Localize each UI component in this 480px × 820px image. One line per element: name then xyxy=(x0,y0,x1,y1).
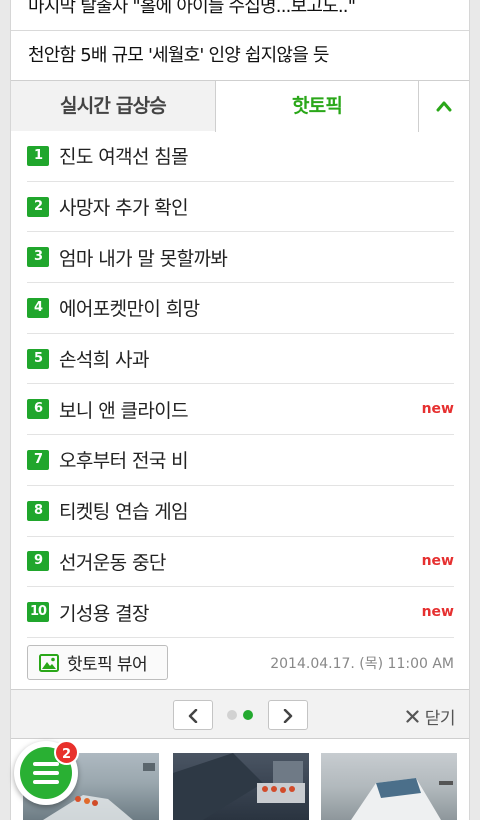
notification-badge: 2 xyxy=(54,740,79,765)
collapse-button[interactable] xyxy=(419,81,469,131)
topic-keyword: 손석희 사과 xyxy=(59,349,149,372)
hot-topic-item[interactable]: 3 엄마 내가 말 못할까봐 xyxy=(27,232,454,284)
page-dot[interactable] xyxy=(227,710,237,720)
rank-badge: 2 xyxy=(27,196,49,217)
rescue-photo xyxy=(173,753,305,820)
topic-keyword: 사망자 추가 확인 xyxy=(59,197,189,220)
pagination-bar: 닫기 xyxy=(11,689,469,739)
close-label: 닫기 xyxy=(424,709,456,729)
rank-badge: 3 xyxy=(27,247,49,268)
hot-topic-item[interactable]: 5 손석희 사과 xyxy=(27,334,454,385)
topic-keyword: 티켓팅 연습 게임 xyxy=(59,501,189,524)
close-button[interactable]: 닫기 xyxy=(406,704,456,729)
hot-topic-viewer-button[interactable]: 핫토픽 뷰어 xyxy=(27,645,168,680)
topic-keyword: 선거운동 중단 xyxy=(59,551,166,574)
chevron-right-icon xyxy=(283,709,293,723)
hot-topic-panel: 마지막 탈출자 "홀에 아이들 수십명...보고도.." 천안함 5배 규모 '… xyxy=(10,0,470,820)
topic-keyword: 기성용 결장 xyxy=(59,602,149,625)
image-icon xyxy=(39,653,59,672)
viewer-button-label: 핫토픽 뷰어 xyxy=(67,655,148,675)
hot-topic-item[interactable]: 4 에어포켓만이 희망 xyxy=(27,283,454,334)
hot-topic-item[interactable]: 9 선거운동 중단 new xyxy=(27,537,454,588)
new-badge: new xyxy=(421,553,454,570)
page-dot-active[interactable] xyxy=(243,710,253,720)
rank-badge: 5 xyxy=(27,348,49,369)
rank-badge: 9 xyxy=(27,551,49,572)
news-headline[interactable]: 천안함 5배 규모 '세월호' 인양 쉽지않을 듯 xyxy=(11,31,469,81)
tab-realtime[interactable]: 실시간 급상승 xyxy=(11,81,215,131)
next-page-button[interactable] xyxy=(268,700,308,730)
chevron-up-icon xyxy=(436,101,452,112)
hot-topic-item[interactable]: 2 사망자 추가 확인 xyxy=(27,182,454,233)
chevron-left-icon xyxy=(188,709,198,723)
topic-tabs: 실시간 급상승 핫토픽 xyxy=(11,81,469,132)
topic-keyword: 엄마 내가 말 못할까봐 xyxy=(59,247,228,270)
rank-badge: 7 xyxy=(27,449,49,470)
update-timestamp: 2014.04.17. (목) 11:00 AM xyxy=(270,656,454,672)
hot-topic-item[interactable]: 6 보니 앤 클라이드 new xyxy=(27,384,454,436)
list-footer: 핫토픽 뷰어 2014.04.17. (목) 11:00 AM xyxy=(27,640,454,686)
rank-badge: 10 xyxy=(27,602,49,623)
tab-hot-topic[interactable]: 핫토픽 xyxy=(215,81,419,132)
topic-keyword: 오후부터 전국 비 xyxy=(59,450,189,473)
news-thumbnail[interactable] xyxy=(321,753,457,820)
rank-badge: 6 xyxy=(27,399,49,420)
rank-badge: 8 xyxy=(27,500,49,521)
hot-topic-item[interactable]: 7 오후부터 전국 비 xyxy=(27,435,454,486)
news-headline[interactable]: 마지막 탈출자 "홀에 아이들 수십명...보고도.." xyxy=(11,0,469,31)
topic-keyword: 에어포켓만이 희망 xyxy=(59,298,200,321)
news-thumbnail[interactable] xyxy=(173,753,309,820)
hot-topic-item[interactable]: 10 기성용 결장 new xyxy=(27,587,454,638)
news-thumbnails xyxy=(23,753,459,820)
hot-topic-list: 1 진도 여객선 침몰 2 사망자 추가 확인 3 엄마 내가 말 못할까봐 4… xyxy=(27,131,454,638)
rank-badge: 1 xyxy=(27,145,49,166)
topic-keyword: 보니 앤 클라이드 xyxy=(59,399,189,422)
topic-keyword: 진도 여객선 침몰 xyxy=(59,146,189,169)
hot-topic-item[interactable]: 1 진도 여객선 침몰 xyxy=(27,131,454,182)
rank-badge: 4 xyxy=(27,297,49,318)
new-badge: new xyxy=(421,604,454,621)
new-badge: new xyxy=(421,401,454,418)
ferry-photo xyxy=(351,778,453,820)
close-icon xyxy=(406,710,419,723)
prev-page-button[interactable] xyxy=(173,700,213,730)
hot-topic-item[interactable]: 8 티켓팅 연습 게임 xyxy=(27,486,454,537)
